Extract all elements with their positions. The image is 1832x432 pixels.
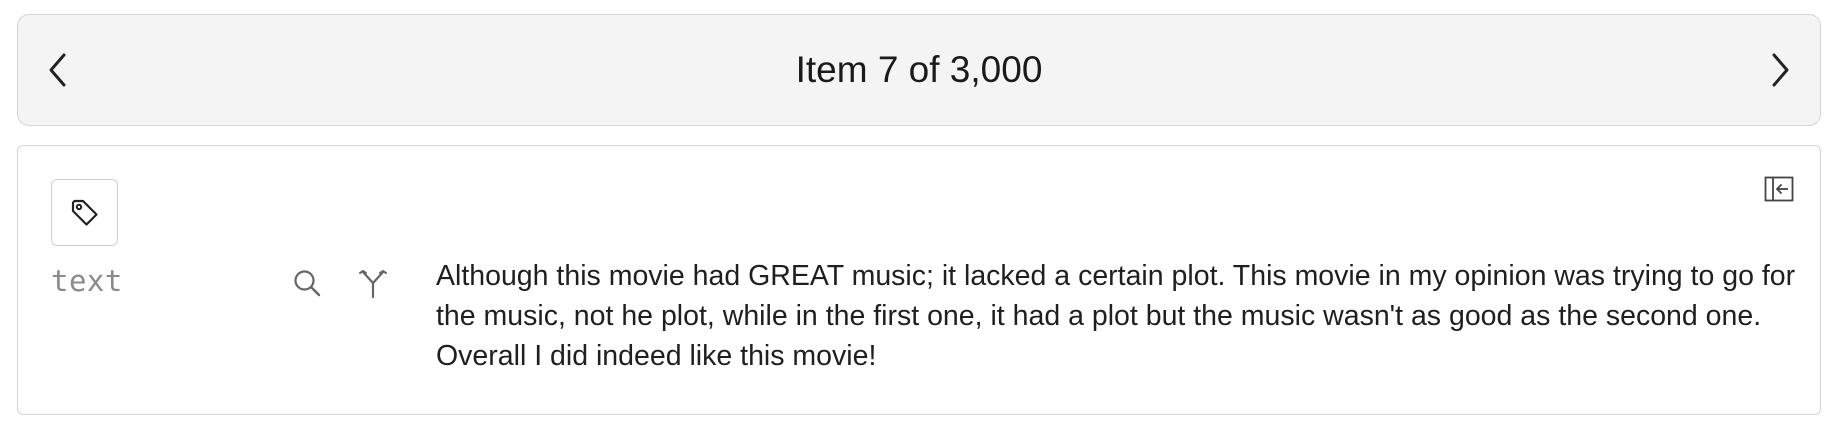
field-name-label: text xyxy=(51,264,123,298)
search-icon xyxy=(294,270,321,297)
item-navigation-bar: Item 7 of 3,000 xyxy=(17,14,1821,126)
fork-icon xyxy=(359,270,387,299)
tag-icon xyxy=(71,199,98,226)
item-counter-title: Item 7 of 3,000 xyxy=(18,15,1820,125)
fork-field-button[interactable] xyxy=(356,266,390,300)
field-value-text: Although this movie had GREAT music; it … xyxy=(436,260,1796,372)
chevron-right-icon xyxy=(1772,53,1789,87)
previous-item-button[interactable] xyxy=(18,15,98,125)
record-card: text Although this movie had GREAT music… xyxy=(17,145,1821,415)
next-item-button[interactable] xyxy=(1740,15,1820,125)
sidebar-collapse-icon xyxy=(1764,176,1794,202)
collapse-panel-button[interactable] xyxy=(1763,173,1795,205)
item-counter-text: Item 7 of 3,000 xyxy=(795,49,1043,90)
chevron-left-icon xyxy=(49,53,66,87)
tag-button[interactable] xyxy=(51,179,118,246)
search-field-button[interactable] xyxy=(290,266,324,300)
